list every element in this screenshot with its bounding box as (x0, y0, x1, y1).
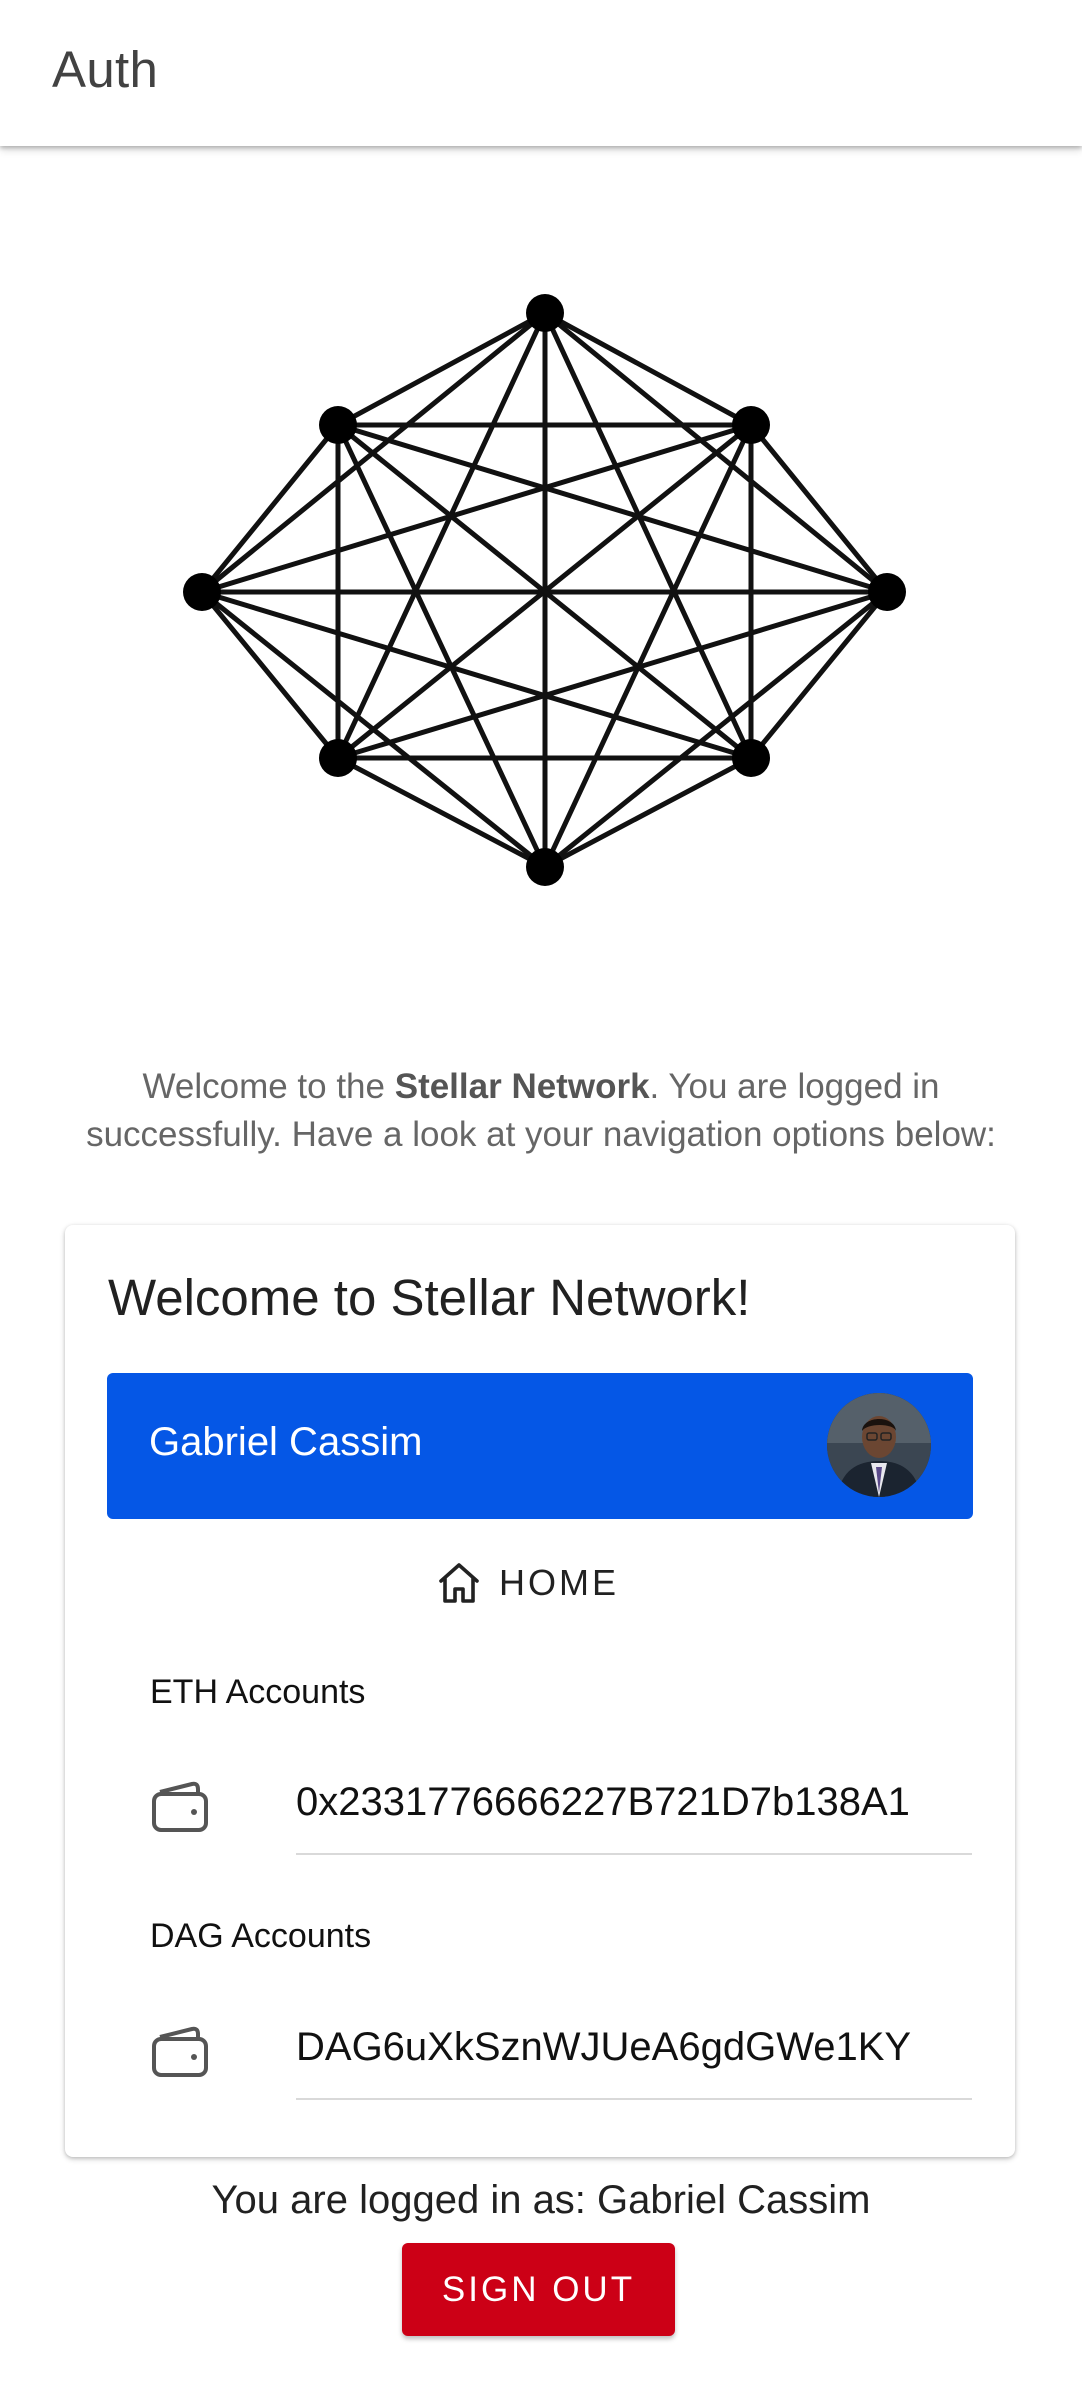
user-bar[interactable]: Gabriel Cassim (107, 1373, 973, 1519)
logo-node (732, 406, 770, 444)
logo-edge (542, 422, 754, 870)
logo-edge (542, 310, 754, 761)
home-label: HOME (499, 1562, 619, 1603)
sign-out-button[interactable]: SIGN OUT (402, 2243, 675, 2336)
wallet-icon (152, 1781, 208, 1832)
logo-edge (199, 589, 754, 761)
logo-edge (335, 310, 548, 761)
app-bar: Auth (0, 0, 1082, 146)
intro-prefix: Welcome to the (142, 1067, 395, 1106)
network-graph-logo (183, 294, 906, 886)
logo-node (319, 739, 357, 777)
logo-edge (335, 422, 890, 595)
dag-account-row (65, 1992, 1015, 2122)
home-icon (439, 1563, 479, 1603)
logo-edge (748, 589, 890, 761)
eth-account-underline (296, 1853, 972, 1855)
wallet-icon (152, 2026, 208, 2077)
logo-edge (335, 755, 548, 870)
logo-edge (335, 589, 890, 761)
logo-node (319, 406, 357, 444)
logo-edge (335, 310, 548, 428)
intro-brand: Stellar Network (394, 1067, 650, 1106)
dag-accounts-label: DAG Accounts (150, 1917, 372, 1955)
dag-account-underline (296, 2098, 972, 2100)
logo-edge (199, 422, 754, 595)
home-button[interactable]: HOME (435, 1555, 619, 1611)
dag-account-field[interactable] (296, 2012, 932, 2082)
logo-edge (748, 422, 890, 595)
welcome-card: Welcome to Stellar Network! Gabriel Cass… (65, 1225, 1015, 2157)
card-title: Welcome to Stellar Network! (108, 1269, 751, 1326)
logo-edge (542, 310, 754, 428)
avatar-photo (827, 1393, 931, 1497)
logo-edge (199, 589, 341, 761)
logo-node (526, 848, 564, 886)
logo-edge (335, 422, 548, 870)
logged-in-status: You are logged in as: Gabriel Cassim (211, 2178, 871, 2222)
logo-edge (199, 422, 341, 595)
avatar[interactable] (827, 1393, 931, 1497)
eth-accounts-label: ETH Accounts (150, 1673, 366, 1711)
intro-text: Welcome to the Stellar Network. You are … (40, 1063, 1042, 1159)
eth-account-row (65, 1747, 1015, 1877)
logo-node (868, 573, 906, 611)
logo-node (732, 739, 770, 777)
eth-account-field[interactable] (296, 1767, 932, 1837)
app-title: Auth (52, 41, 159, 98)
logo-node (183, 573, 221, 611)
user-name: Gabriel Cassim (149, 1420, 423, 1464)
logo-edge (542, 755, 754, 870)
logo-node (526, 294, 564, 332)
